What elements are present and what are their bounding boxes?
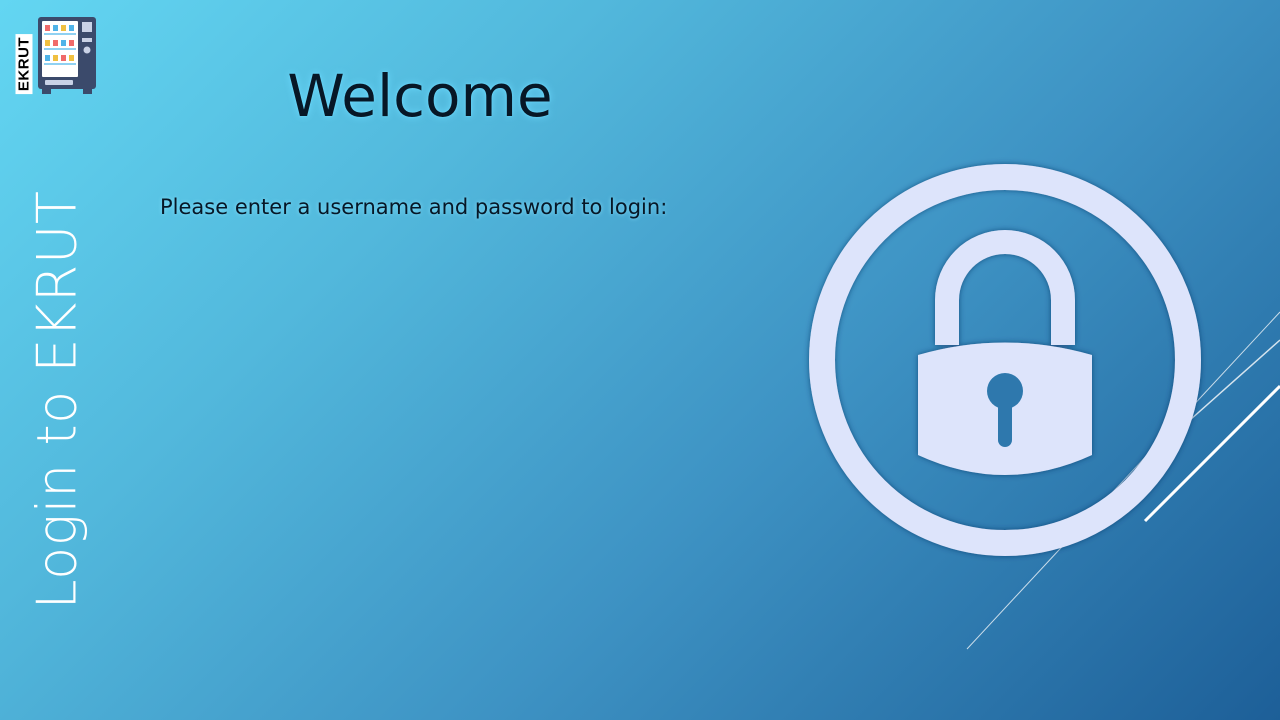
welcome-heading: Welcome [287,62,553,130]
page-title-vertical: Login to EKRUT [22,191,92,610]
login-instruction: Please enter a username and password to … [160,195,668,219]
vending-machine-icon [38,17,96,94]
padlock-icon [809,164,1201,556]
vertical-title-text: Login to EKRUT [25,190,89,610]
logo-text: EKRUT [15,33,33,95]
logo-text-box: EKRUT [14,30,34,98]
ekrut-logo: EKRUT [14,14,98,96]
